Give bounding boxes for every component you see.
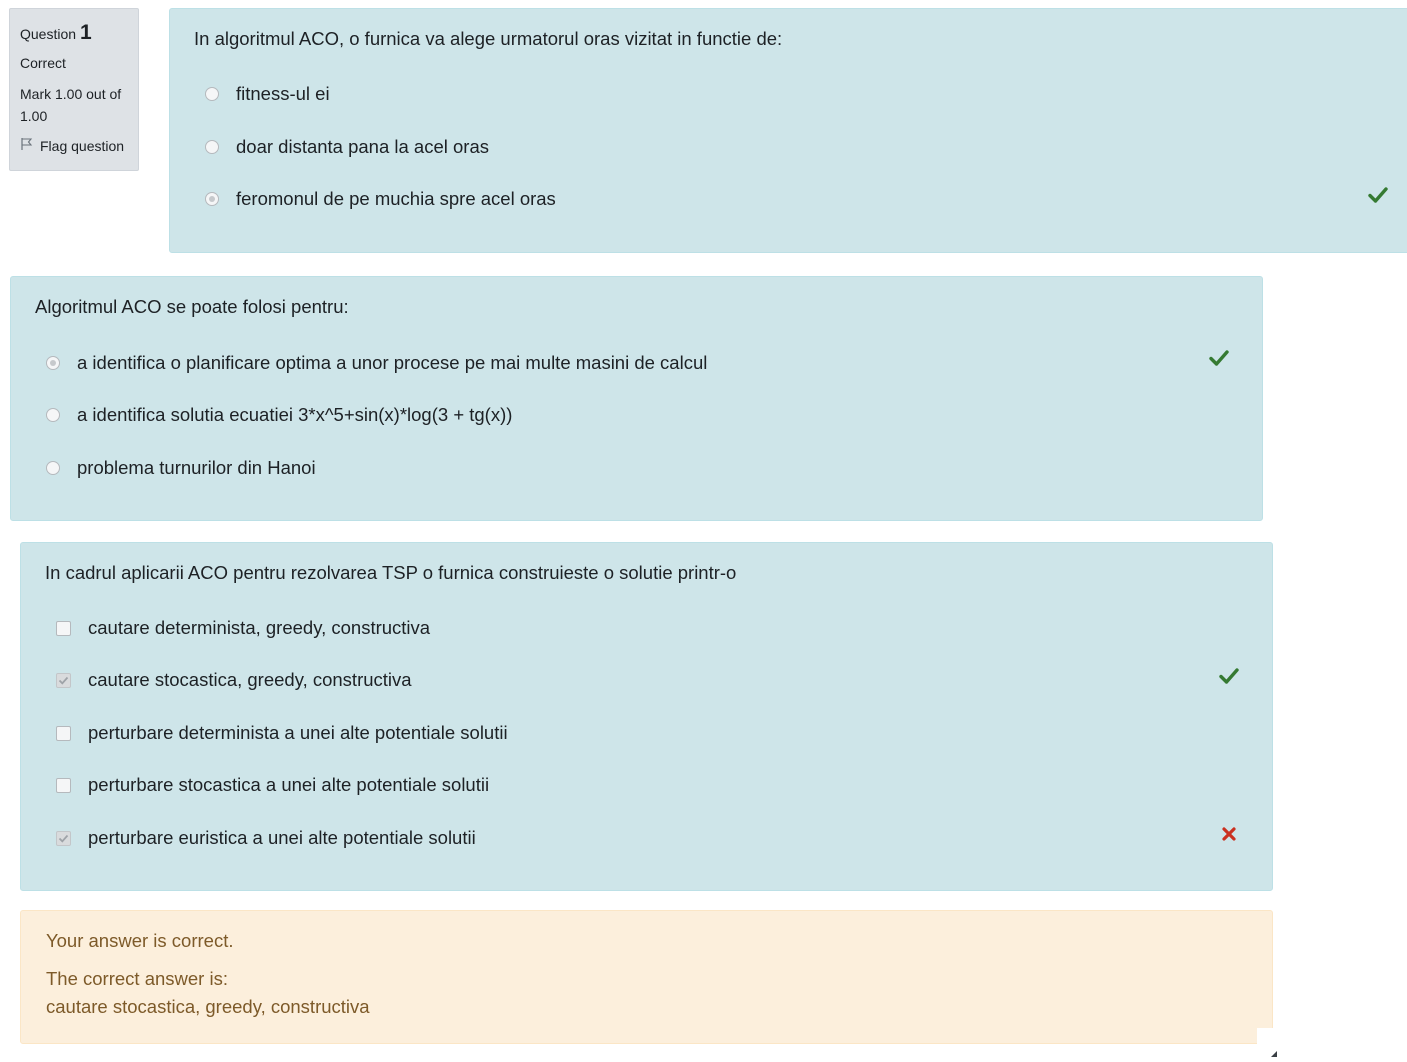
q3-option-3[interactable]: perturbare determinista a unei alte pote… bbox=[56, 722, 508, 744]
incorrect-cross-icon bbox=[1222, 827, 1236, 846]
question-1-text: In algoritmul ACO, o furnica va alege ur… bbox=[194, 28, 783, 49]
flag-icon bbox=[20, 137, 34, 154]
q2-option-1-radio[interactable] bbox=[46, 356, 60, 370]
correct-check-icon bbox=[1368, 186, 1388, 209]
question-grade: Mark 1.00 out of 1.00 bbox=[20, 86, 122, 124]
q3-option-5[interactable]: perturbare euristica a unei alte potenti… bbox=[56, 827, 476, 849]
resize-handle[interactable] bbox=[1257, 1028, 1279, 1058]
q1-option-2[interactable]: doar distanta pana la acel oras bbox=[205, 136, 489, 158]
q1-option-1-label: fitness-ul ei bbox=[236, 83, 330, 104]
q3-option-4-checkbox[interactable] bbox=[56, 777, 71, 793]
q2-option-3-label: problema turnurilor din Hanoi bbox=[77, 457, 316, 478]
q1-option-1-radio[interactable] bbox=[205, 87, 219, 101]
q3-option-5-label: perturbare euristica a unei alte potenti… bbox=[88, 827, 476, 848]
question-state: Correct bbox=[20, 55, 66, 71]
correct-check-icon bbox=[1219, 667, 1239, 690]
question-number: 1 bbox=[80, 21, 92, 44]
q3-option-1[interactable]: cautare determinista, greedy, constructi… bbox=[56, 617, 430, 639]
q2-option-2-label: a identifica solutia ecuatiei 3*x^5+sin(… bbox=[77, 404, 513, 425]
q3-option-3-label: perturbare determinista a unei alte pote… bbox=[88, 722, 508, 743]
q3-option-4-label: perturbare stocastica a unei alte potent… bbox=[88, 774, 490, 795]
question-1-block: In algoritmul ACO, o furnica va alege ur… bbox=[169, 8, 1407, 253]
q3-option-1-label: cautare determinista, greedy, constructi… bbox=[88, 617, 431, 638]
correct-check-icon bbox=[1209, 349, 1229, 372]
question-info: Question 1 Correct Mark 1.00 out of 1.00 … bbox=[9, 8, 139, 171]
q3-option-4[interactable]: perturbare stocastica a unei alte potent… bbox=[56, 774, 489, 796]
q2-option-1-label: a identifica o planificare optima a unor… bbox=[77, 352, 708, 373]
q2-option-2-radio[interactable] bbox=[46, 408, 60, 422]
feedback-result: Your answer is correct. bbox=[46, 930, 234, 951]
q2-option-2[interactable]: a identifica solutia ecuatiei 3*x^5+sin(… bbox=[46, 404, 512, 426]
question-3-block: In cadrul aplicarii ACO pentru rezolvare… bbox=[20, 542, 1273, 891]
q3-option-2-label: cautare stocastica, greedy, constructiva bbox=[88, 669, 412, 690]
q3-option-2-checkbox[interactable] bbox=[56, 672, 71, 688]
feedback-correct-label: The correct answer is: bbox=[46, 968, 228, 989]
feedback-correct-answer: cautare stocastica, greedy, constructiva bbox=[46, 996, 370, 1017]
q1-option-2-radio[interactable] bbox=[205, 140, 219, 154]
q2-option-3[interactable]: problema turnurilor din Hanoi bbox=[46, 457, 316, 479]
question-label: Question bbox=[20, 26, 77, 42]
flag-question-label: Flag question bbox=[40, 137, 125, 154]
q1-option-3-label: feromonul de pe muchia spre acel oras bbox=[236, 188, 556, 209]
question-3-text: In cadrul aplicarii ACO pentru rezolvare… bbox=[45, 562, 737, 583]
q1-option-3-radio[interactable] bbox=[205, 192, 219, 206]
q1-option-3[interactable]: feromonul de pe muchia spre acel oras bbox=[205, 188, 556, 210]
question-2-block: Algoritmul ACO se poate folosi pentru: a… bbox=[10, 276, 1263, 521]
q3-option-5-checkbox[interactable] bbox=[56, 830, 71, 846]
answer-feedback: Your answer is correct. The correct answ… bbox=[20, 910, 1273, 1044]
q2-option-1[interactable]: a identifica o planificare optima a unor… bbox=[46, 352, 707, 374]
q1-option-1[interactable]: fitness-ul ei bbox=[205, 83, 330, 105]
q1-option-2-label: doar distanta pana la acel oras bbox=[236, 136, 490, 157]
resize-corner-icon bbox=[1271, 1044, 1277, 1062]
question-number-heading: Question 1 bbox=[20, 21, 128, 45]
q3-option-1-checkbox[interactable] bbox=[56, 620, 71, 636]
flag-question-link[interactable]: Flag question bbox=[20, 137, 128, 154]
q3-option-2[interactable]: cautare stocastica, greedy, constructiva bbox=[56, 669, 412, 691]
q3-option-3-checkbox[interactable] bbox=[56, 725, 71, 741]
q2-option-3-radio[interactable] bbox=[46, 461, 60, 475]
question-2-text: Algoritmul ACO se poate folosi pentru: bbox=[35, 296, 349, 317]
